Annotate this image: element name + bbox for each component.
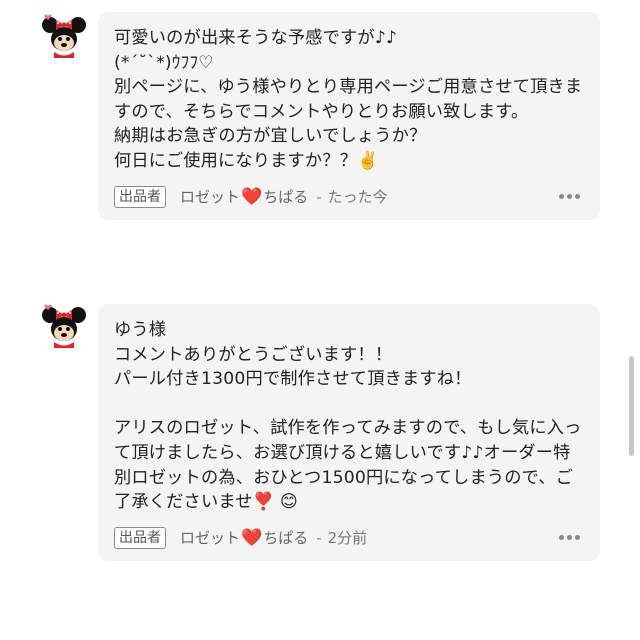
meta-separator: - bbox=[316, 187, 322, 206]
seller-badge: 出品者 bbox=[114, 185, 166, 208]
meta-separator: - bbox=[316, 528, 322, 547]
comment-bubble: 可愛いのが出来そうな予感ですが♪♪ (*´˘`*)ｳﾌﾌ♡ 別ページに、ゆう様や… bbox=[98, 12, 600, 220]
author-name-part: ロゼット bbox=[180, 529, 241, 548]
more-dot bbox=[575, 194, 580, 200]
author-name[interactable]: ロゼット ❤️ ちぱる bbox=[180, 186, 308, 207]
more-options-icon[interactable] bbox=[559, 194, 580, 200]
heart-icon: ❤️ bbox=[241, 186, 263, 207]
author-name-part: ロゼット bbox=[180, 188, 241, 207]
comment-text: 可愛いのが出来そうな予感ですが♪♪ (*´˘`*)ｳﾌﾌ♡ 別ページに、ゆう様や… bbox=[114, 28, 583, 171]
more-options-icon[interactable] bbox=[559, 535, 580, 541]
minnie-mouse-avatar-icon[interactable] bbox=[40, 302, 88, 350]
minnie-mouse-avatar-icon[interactable] bbox=[40, 12, 88, 60]
comment-thread: 可愛いのが出来そうな予感ですが♪♪ (*´˘`*)ｳﾌﾌ♡ 別ページに、ゆう様や… bbox=[0, 0, 640, 640]
comment-text: ゆう様 コメントありがとうございます！！ パール付き1300円で制作させて頂きま… bbox=[114, 320, 582, 513]
more-dot bbox=[559, 194, 564, 200]
author-name[interactable]: ロゼット ❤️ ちぱる bbox=[180, 527, 308, 548]
comment-bubble: ゆう様 コメントありがとうございます！！ パール付き1300円で制作させて頂きま… bbox=[98, 304, 600, 561]
comment-timestamp: 2分前 bbox=[327, 529, 368, 548]
author-name-part: ちぱる bbox=[263, 188, 309, 207]
seller-badge: 出品者 bbox=[114, 526, 166, 549]
more-dot bbox=[567, 194, 572, 200]
comment-timestamp: たった今 bbox=[327, 188, 388, 207]
scrollbar[interactable] bbox=[629, 356, 634, 456]
more-dot bbox=[567, 535, 572, 541]
comment-meta: 出品者 ロゼット ❤️ ちぱる - たった今 bbox=[114, 184, 586, 210]
author-name-part: ちぱる bbox=[263, 529, 309, 548]
more-dot bbox=[559, 535, 564, 541]
comment-meta: 出品者 ロゼット ❤️ ちぱる - 2分前 bbox=[114, 525, 586, 551]
heart-icon: ❤️ bbox=[241, 527, 263, 548]
more-dot bbox=[575, 535, 580, 541]
